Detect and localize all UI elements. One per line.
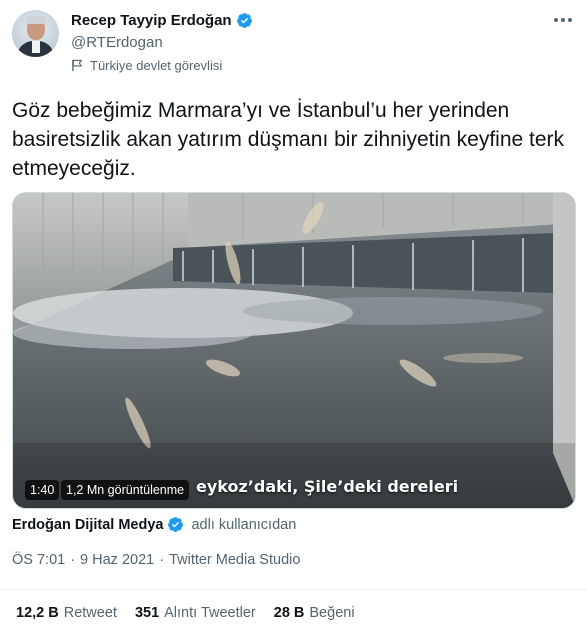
media-source-row: Erdoğan Dijital Medya adlı kullanıcıdan [12,516,296,533]
avatar-hair [26,16,46,24]
media-source-suffix: adlı kullanıcıdan [191,516,297,533]
stat-likes[interactable]: 28 B Beğeni [274,605,355,621]
more-options-button[interactable] [549,10,577,30]
divider [0,589,587,590]
author-handle[interactable]: @RTErdogan [71,34,163,51]
video-player[interactable]: eykoz’daki, Şile’deki dereleri 1:40 1,2 … [12,192,576,509]
flag-icon [72,59,83,72]
avatar-shirt [32,41,40,53]
media-source-name[interactable]: Erdoğan Dijital Medya [12,517,163,533]
tweet-meta: ÖS 7:01 · 9 Haz 2021 · Twitter Media Stu… [12,552,300,568]
stat-value: 12,2 B [16,605,59,621]
meta-separator: · [159,552,165,568]
more-dot-icon [561,18,565,22]
stat-label: Retweet [63,605,117,621]
tweet-text: Göz bebeğimiz Marmara’yı ve İstanbul’u h… [12,99,565,180]
video-frame [13,193,575,508]
verified-badge-icon [236,13,252,28]
tweet-stats: 12,2 B Retweet 351 Alıntı Tweetler 28 B … [16,605,355,621]
more-dot-icon [554,18,558,22]
stat-label: Beğeni [309,605,355,621]
verified-badge-icon [168,517,184,532]
government-label[interactable]: Türkiye devlet görevlisi [71,58,222,73]
author-name-row[interactable]: Recep Tayyip Erdoğan [71,12,253,29]
tweet-client[interactable]: Twitter Media Studio [169,552,300,568]
tweet-time[interactable]: ÖS 7:01 [12,552,65,568]
video-views-badge: 1,2 Mn görüntülenme [61,480,190,500]
stat-label: Alıntı Tweetler [164,605,256,621]
tweet-card: Recep Tayyip Erdoğan @RTErdogan Türkiye … [0,0,587,639]
avatar[interactable] [12,10,59,57]
stat-retweets[interactable]: 12,2 B Retweet [16,605,117,621]
video-caption: eykoz’daki, Şile’deki dereleri [196,477,459,496]
author-display-name[interactable]: Recep Tayyip Erdoğan [71,12,232,29]
tweet-date[interactable]: 9 Haz 2021 [80,552,154,568]
stat-value: 28 B [273,605,305,621]
more-dot-icon [568,18,572,22]
stat-quote-tweets[interactable]: 351 Alıntı Tweetler [135,605,256,621]
government-label-text: Türkiye devlet görevlisi [90,58,223,73]
stat-value: 351 [134,605,160,621]
meta-separator: · [70,552,76,568]
video-duration-badge: 1:40 [25,480,60,500]
